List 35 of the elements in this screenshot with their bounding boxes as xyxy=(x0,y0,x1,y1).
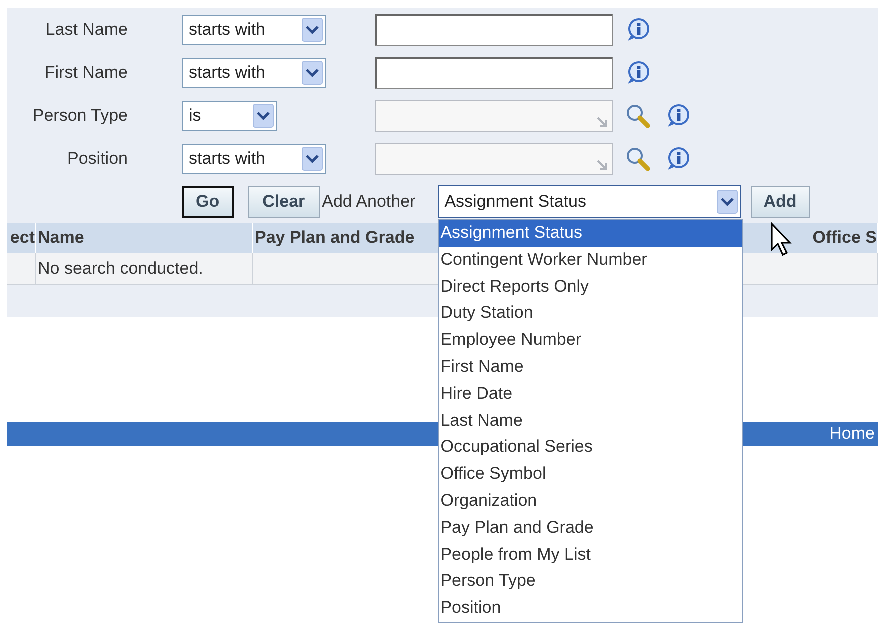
caret-icon xyxy=(302,147,323,171)
search-icon[interactable] xyxy=(625,103,651,129)
resize-icon xyxy=(596,116,608,128)
home-link[interactable]: Home xyxy=(830,424,875,444)
info-icon[interactable] xyxy=(665,104,691,128)
add-another-select[interactable]: Assignment Status xyxy=(438,185,741,218)
column-header: Name xyxy=(36,223,253,253)
field-label: Position xyxy=(68,149,128,169)
add-another-label: Add Another xyxy=(322,192,416,212)
info-icon[interactable] xyxy=(665,147,691,171)
caret-icon xyxy=(253,104,274,128)
operator-select[interactable]: starts with xyxy=(182,58,326,88)
resize-icon xyxy=(596,159,608,171)
table-cell: No search conducted. xyxy=(36,253,253,285)
text-field[interactable] xyxy=(375,14,613,46)
field-label: First Name xyxy=(44,63,128,83)
search-button[interactable]: Clear xyxy=(248,186,320,218)
add-button[interactable]: Add xyxy=(750,186,810,218)
column-header: ect xyxy=(7,223,36,253)
operator-select[interactable]: starts with xyxy=(182,15,326,45)
info-icon[interactable] xyxy=(625,61,651,85)
caret-icon xyxy=(716,190,738,214)
lookup-field[interactable] xyxy=(375,100,613,132)
search-icon[interactable] xyxy=(625,146,651,172)
search-button[interactable]: Go xyxy=(182,186,234,218)
caret-icon xyxy=(302,61,323,85)
info-icon[interactable] xyxy=(625,18,651,42)
caret-icon xyxy=(302,18,323,42)
dropdown-option[interactable]: Assignment Status xyxy=(438,220,742,247)
lookup-field[interactable] xyxy=(375,143,613,175)
field-label: Person Type xyxy=(32,106,128,126)
operator-select[interactable]: starts with xyxy=(182,144,326,174)
operator-select[interactable]: is xyxy=(182,101,277,131)
field-label: Last Name xyxy=(46,20,128,40)
text-field[interactable] xyxy=(375,57,613,89)
